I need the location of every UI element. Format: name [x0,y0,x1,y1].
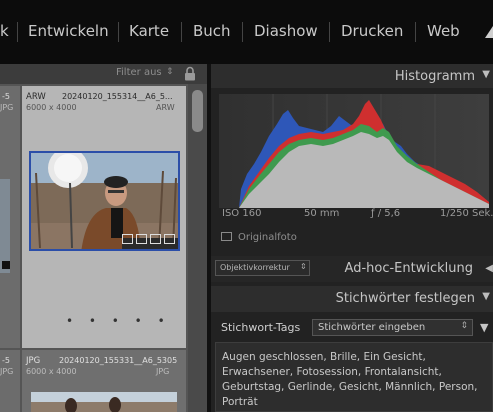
histogram-header[interactable]: Histogramm ▼ [211,64,493,88]
scrollbar-thumb[interactable] [192,90,203,132]
cell-filename: 20240120_155314__A6_5... [62,92,173,101]
grid-scrollbar[interactable] [188,84,207,412]
develop-badge-icon [164,234,175,244]
comment-badge-icon [136,234,147,244]
collapse-triangle-icon[interactable]: ▼ [482,291,490,302]
quick-develop-title: Ad-hoc-Entwicklung [344,261,473,276]
filter-dropdown[interactable]: Filter aus [116,67,162,78]
cell-filename: -5 [2,92,10,101]
module-separator [181,22,182,42]
thumbnail-partial[interactable] [0,179,10,273]
module-more-icon[interactable] [479,20,493,44]
chevron-updown-icon: ⇕ [166,67,174,77]
module-library[interactable]: k [0,22,9,40]
histogram[interactable] [219,94,489,208]
module-book[interactable]: Buch [193,22,231,40]
histogram-title: Histogramm [394,69,475,84]
badge-icon [2,261,10,269]
cell-format-badge: JPG [0,103,14,112]
module-separator [242,22,243,42]
keyword-text-area[interactable]: Augen geschlossen, Brille, Ein Gesicht, … [215,342,493,412]
module-slideshow[interactable]: Diashow [254,22,318,40]
lens-correction-value: Objektivkorrektur [220,263,290,272]
grid-cell[interactable]: -5 JPG [0,86,20,348]
keyword-badge-icon [122,234,133,244]
cell-format-badge: ARW [156,103,175,112]
original-photo-checkbox[interactable] [221,232,232,241]
exif-iso: ISO 160 [222,208,262,219]
module-separator [329,22,330,42]
expand-triangle-icon[interactable]: ◀ [485,263,493,274]
cell-dimensions: 6000 x 4000 [26,103,77,112]
exif-shutter: 1/250 Sek. [440,208,493,219]
thumbnail-image[interactable] [31,392,177,412]
cell-dimensions: 6000 x 4000 [26,367,77,376]
collapse-triangle-icon[interactable]: ▼ [482,69,490,80]
module-print[interactable]: Drucken [341,22,403,40]
module-map[interactable]: Karte [129,22,169,40]
right-panel: Histogramm ▼ ISO 160 50 mm ƒ / 5,6 1/250… [211,64,493,412]
keyword-tags-label: Stichwort-Tags [221,321,301,334]
keywording-header[interactable]: Stichwörter festlegen ▼ [211,286,493,312]
cell-format-badge: JPG [156,367,170,376]
grid-toolbar: Filter aus ⇕ [0,64,207,84]
exif-aperture: ƒ / 5,6 [371,208,401,219]
module-separator [415,22,416,42]
module-separator [17,22,18,42]
keyword-entry-select[interactable]: Stichwörter eingeben ⇕ [312,319,473,336]
module-separator [118,22,119,42]
keyword-entry-value: Stichwörter eingeben [318,322,426,333]
keywording-title: Stichwörter festlegen [335,291,475,306]
quick-develop-header[interactable]: Objektivkorrektur ⇕ Ad-hoc-Entwicklung ◀ [211,256,493,282]
exif-focal-length: 50 mm [304,208,340,219]
cell-filename: 20240120_155331__A6_5305 [59,356,178,365]
thumbnail-badges [117,234,177,248]
grid-cell[interactable]: JPG 20240120_155331__A6_5305 6000 x 4000… [22,350,186,412]
cell-format: ARW [26,92,46,102]
grid-view: Filter aus ⇕ -5 JPG ARW 20240120_155314_… [0,64,207,412]
lock-icon[interactable] [184,66,196,81]
grid-cell-selected[interactable]: ARW 20240120_155314__A6_5... 6000 x 4000… [22,86,186,348]
lens-correction-select[interactable]: Objektivkorrektur ⇕ [215,260,310,276]
chevron-updown-icon: ⇕ [300,262,307,271]
chevron-updown-icon: ⇕ [460,321,468,331]
cell-format: JPG [26,356,41,366]
cell-format-badge: JPG [0,367,14,376]
crop-badge-icon [150,234,161,244]
keyword-menu-triangle-icon[interactable]: ▼ [480,321,488,334]
original-photo-label: Originalfoto [238,232,297,243]
module-web[interactable]: Web [427,22,460,40]
module-develop[interactable]: Entwickeln [28,22,109,40]
rating-dots[interactable]: • • • • • [66,314,171,328]
module-bar: k Entwickeln Karte Buch Diashow Drucken … [0,0,493,64]
cell-filename: -5 [2,356,10,365]
grid-cell[interactable]: -5 JPG [0,350,20,412]
